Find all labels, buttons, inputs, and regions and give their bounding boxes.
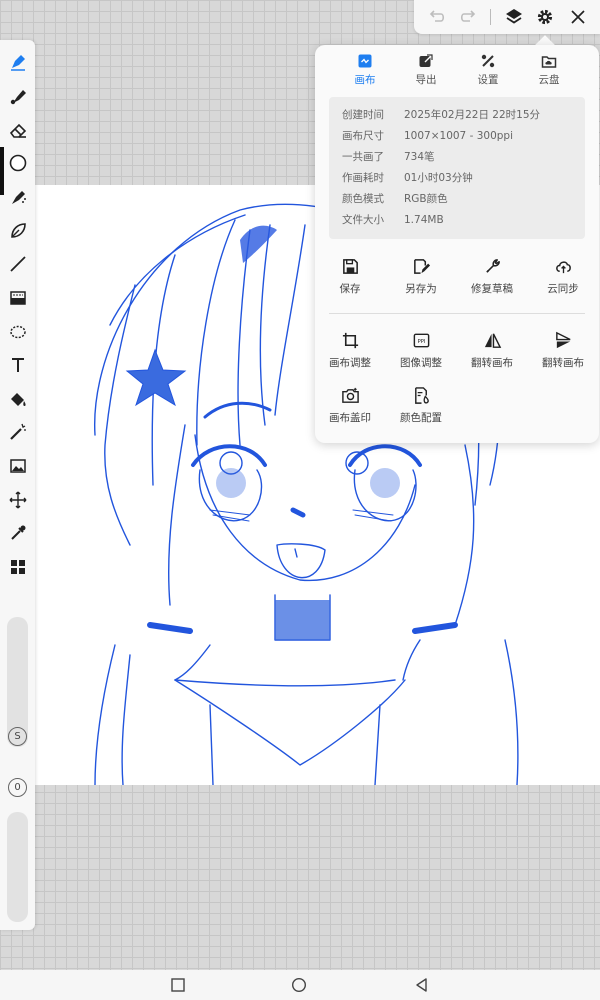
tab-settings[interactable]: 设置 <box>458 53 518 89</box>
save-label: 保存 <box>339 283 361 295</box>
flip-canvas-vertical-label: 翻转画布 <box>542 357 584 369</box>
color-circle-icon[interactable] <box>3 148 32 177</box>
save-as-icon <box>413 259 430 274</box>
save-icon <box>342 259 358 274</box>
home-icon[interactable] <box>290 976 308 994</box>
canvas-adjust-button[interactable]: 画布调整 <box>315 331 385 377</box>
canvas-stamp-label: 画布盖印 <box>329 412 371 424</box>
tab-canvas[interactable]: 画布 <box>335 53 395 89</box>
image-icon[interactable] <box>3 451 32 480</box>
gear-icon[interactable] <box>533 5 557 29</box>
cloud-sync-icon <box>555 261 571 274</box>
cloud-drive-icon <box>541 56 557 68</box>
wrench-icon <box>485 259 500 273</box>
gradient-icon[interactable] <box>3 283 32 312</box>
info-key: 文件大小 <box>342 214 384 226</box>
info-value: 734笔 <box>404 151 435 163</box>
tab-cloud-drive-label: 云盘 <box>538 74 560 86</box>
tab-export[interactable]: 导出 <box>396 53 456 89</box>
size-badge: S <box>8 727 27 746</box>
opacity-badge: 0 <box>8 778 27 797</box>
transform-move-icon[interactable] <box>3 485 32 514</box>
info-value: 01小时03分钟 <box>404 172 473 184</box>
flip-horizontal-icon <box>484 333 501 348</box>
info-key: 创建时间 <box>342 109 384 121</box>
leaf-brush-icon[interactable] <box>3 216 32 245</box>
color-profile-label: 颜色配置 <box>400 412 442 424</box>
drawing-app-screen: S 0 画布 导出 设置 云盘 创建时间 2025年02月22日 22时15分 … <box>0 0 600 1000</box>
tab-cloud-drive[interactable]: 云盘 <box>519 53 579 89</box>
color-profile-icon <box>414 387 429 404</box>
export-icon <box>419 54 433 67</box>
section-divider <box>329 313 585 314</box>
eraser-icon[interactable] <box>3 115 32 144</box>
info-key: 作画耗时 <box>342 172 384 184</box>
fill-bucket-icon[interactable] <box>3 384 32 413</box>
line-icon[interactable] <box>3 249 32 278</box>
opacity-slider[interactable] <box>7 812 28 922</box>
flip-canvas-horizontal-button[interactable]: 翻转画布 <box>457 331 527 377</box>
canvas-icon <box>358 54 372 68</box>
settings-tools-icon <box>481 54 495 68</box>
layers-grid-icon[interactable] <box>3 552 32 581</box>
canvas-settings-popup: 画布 导出 设置 云盘 创建时间 2025年02月22日 22时15分 画布尺寸… <box>315 45 599 443</box>
save-as-label: 另存为 <box>405 283 437 295</box>
undo-icon[interactable] <box>424 5 448 29</box>
cloud-sync-label: 云同步 <box>547 283 579 295</box>
canvas-info-box: 创建时间 2025年02月22日 22时15分 画布尺寸 1007×1007 -… <box>329 97 585 239</box>
info-key: 一共画了 <box>342 151 384 163</box>
back-icon[interactable] <box>413 976 431 994</box>
toolbar-divider <box>490 9 491 25</box>
info-value: 2025年02月22日 22时15分 <box>404 109 541 121</box>
crop-icon <box>342 332 358 349</box>
cloud-sync-button[interactable]: 云同步 <box>528 257 598 303</box>
layers-icon[interactable] <box>502 5 526 29</box>
svg-text:PPI: PPI <box>417 339 425 345</box>
tab-settings-label: 设置 <box>477 74 499 86</box>
recent-apps-icon[interactable] <box>169 976 187 994</box>
pen-brush-icon[interactable] <box>3 47 32 76</box>
marker-icon[interactable] <box>3 81 32 110</box>
image-adjust-button[interactable]: PPI 图像调整 <box>386 331 456 377</box>
tab-canvas-label: 画布 <box>354 74 376 86</box>
info-key: 颜色模式 <box>342 193 384 205</box>
redo-icon[interactable] <box>457 5 481 29</box>
lasso-icon[interactable] <box>3 317 32 346</box>
top-toolbar <box>414 0 600 34</box>
magic-wand-icon[interactable] <box>3 417 32 446</box>
info-value: 1.74MB <box>404 214 444 226</box>
info-key: 画布尺寸 <box>342 130 384 142</box>
repair-draft-label: 修复草稿 <box>471 283 513 295</box>
canvas-stamp-button[interactable]: 画布盖印 <box>315 386 385 432</box>
eyedropper-icon[interactable] <box>3 518 32 547</box>
system-nav-bar <box>0 970 600 1000</box>
save-button[interactable]: 保存 <box>315 257 385 303</box>
flip-canvas-horizontal-label: 翻转画布 <box>471 357 513 369</box>
text-icon[interactable] <box>3 350 32 379</box>
info-value: 1007×1007 - 300ppi <box>404 130 513 142</box>
close-icon[interactable] <box>566 5 590 29</box>
repair-draft-button[interactable]: 修复草稿 <box>457 257 527 303</box>
tab-export-label: 导出 <box>415 74 437 86</box>
image-adjust-label: 图像调整 <box>400 357 442 369</box>
color-profile-button[interactable]: 颜色配置 <box>386 386 456 432</box>
flip-vertical-icon <box>555 331 570 349</box>
airbrush-icon[interactable] <box>3 182 32 211</box>
info-value: RGB颜色 <box>404 193 448 205</box>
left-toolbar: S 0 <box>0 40 35 930</box>
camera-stamp-icon <box>341 387 359 403</box>
save-as-button[interactable]: 另存为 <box>386 257 456 303</box>
canvas-adjust-label: 画布调整 <box>329 357 371 369</box>
ppi-icon: PPI <box>413 333 429 348</box>
flip-canvas-vertical-button[interactable]: 翻转画布 <box>528 331 598 377</box>
